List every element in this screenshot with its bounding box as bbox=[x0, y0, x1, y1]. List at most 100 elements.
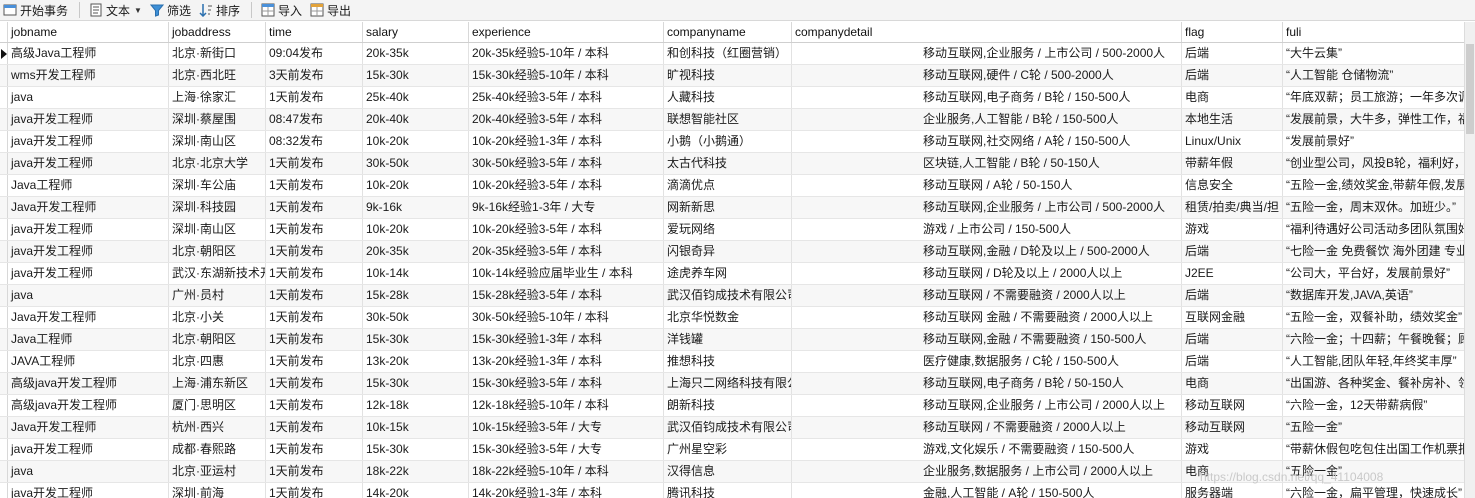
cell-time[interactable]: 1天前发布 bbox=[266, 87, 363, 108]
sort-button[interactable]: 排序 bbox=[196, 1, 245, 20]
cell-experience[interactable]: 15k-30k经验1-3年 / 本科 bbox=[469, 329, 664, 350]
table-row[interactable]: java开发工程师 深圳·前海 1天前发布 14k-20k 14k-20k经验1-3年 … bbox=[0, 483, 1475, 498]
cell-fuli[interactable]: “数据库开发,JAVA,英语” bbox=[1283, 285, 1465, 306]
table-row[interactable]: JAVA工程师 北京·四惠 1天前发布 13k-20k 13k-20k经验1-3年 / … bbox=[0, 351, 1475, 373]
table-row[interactable]: wms开发工程师 北京·西北旺 3天前发布 15k-30k 15k-30k经验5-10年… bbox=[0, 65, 1475, 87]
cell-jobname[interactable]: Java开发工程师 bbox=[8, 197, 169, 218]
cell-jobname[interactable]: java开发工程师 bbox=[8, 153, 169, 174]
cell-salary[interactable]: 10k-14k bbox=[363, 263, 469, 284]
cell-salary[interactable]: 18k-22k bbox=[363, 461, 469, 482]
cell-experience[interactable]: 10k-20k经验1-3年 / 本科 bbox=[469, 131, 664, 152]
cell-jobname[interactable]: java bbox=[8, 461, 169, 482]
cell-experience[interactable]: 25k-40k经验3-5年 / 本科 bbox=[469, 87, 664, 108]
column-header-jobaddress[interactable]: jobaddress bbox=[169, 22, 266, 42]
table-row[interactable]: java 上海·徐家汇 1天前发布 25k-40k 25k-40k经验3-5年 / 本科… bbox=[0, 87, 1475, 109]
table-row[interactable]: Java开发工程师 深圳·科技园 1天前发布 9k-16k 9k-16k经验1-3年 /… bbox=[0, 197, 1475, 219]
cell-jobaddress[interactable]: 杭州·西兴 bbox=[169, 417, 266, 438]
cell-companyname[interactable]: 小鹅（小鹅通） bbox=[664, 131, 792, 152]
cell-flag[interactable]: 电商 bbox=[1182, 87, 1283, 108]
table-row[interactable]: java开发工程师 深圳·南山区 08:32发布 10k-20k 10k-20k经验1-… bbox=[0, 131, 1475, 153]
cell-salary[interactable]: 9k-16k bbox=[363, 197, 469, 218]
cell-companyname[interactable]: 北京华悦数金 bbox=[664, 307, 792, 328]
cell-experience[interactable]: 20k-35k经验3-5年 / 本科 bbox=[469, 241, 664, 262]
cell-jobaddress[interactable]: 北京·北京大学 bbox=[169, 153, 266, 174]
cell-experience[interactable]: 15k-30k经验5-10年 / 本科 bbox=[469, 65, 664, 86]
cell-companydetail[interactable]: 游戏 / 上市公司 / 150-500人 bbox=[792, 219, 1182, 240]
cell-time[interactable]: 1天前发布 bbox=[266, 241, 363, 262]
cell-jobaddress[interactable]: 深圳·蔡屋围 bbox=[169, 109, 266, 130]
row-selector[interactable] bbox=[0, 483, 8, 498]
cell-salary[interactable]: 15k-30k bbox=[363, 439, 469, 460]
cell-jobaddress[interactable]: 北京·新街口 bbox=[169, 43, 266, 64]
cell-jobaddress[interactable]: 北京·朝阳区 bbox=[169, 329, 266, 350]
cell-jobname[interactable]: java bbox=[8, 285, 169, 306]
cell-jobaddress[interactable]: 武汉·东湖新技术开发区 bbox=[169, 263, 266, 284]
cell-flag[interactable]: 电商 bbox=[1182, 373, 1283, 394]
table-row[interactable]: java开发工程师武汉·东湖新技术开发区1天前发布10k-14k10k-14k经… bbox=[0, 263, 1475, 285]
table-row[interactable]: java 广州·员村 1天前发布 15k-28k 15k-28k经验3-5年 / 本科武… bbox=[0, 285, 1475, 307]
row-selector[interactable] bbox=[0, 461, 8, 482]
cell-experience[interactable]: 18k-22k经验5-10年 / 本科 bbox=[469, 461, 664, 482]
cell-flag[interactable]: 游戏 bbox=[1182, 219, 1283, 240]
cell-jobaddress[interactable]: 上海·浦东新区 bbox=[169, 373, 266, 394]
cell-companydetail[interactable]: 移动互联网 / D轮及以上 / 2000人以上 bbox=[792, 263, 1182, 284]
cell-companydetail[interactable]: 移动互联网,金融 / D轮及以上 / 500-2000人 bbox=[792, 241, 1182, 262]
cell-companydetail[interactable]: 医疗健康,数据服务 / C轮 / 150-500人 bbox=[792, 351, 1182, 372]
cell-time[interactable]: 08:47发布 bbox=[266, 109, 363, 130]
cell-time[interactable]: 1天前发布 bbox=[266, 175, 363, 196]
cell-time[interactable]: 1天前发布 bbox=[266, 483, 363, 498]
cell-companydetail[interactable]: 游戏,文化娱乐 / 不需要融资 / 150-500人 bbox=[792, 439, 1182, 460]
cell-fuli[interactable]: “福利待遇好公司活动多团队氛围好 bbox=[1283, 219, 1465, 240]
row-selector[interactable] bbox=[0, 219, 8, 240]
cell-experience[interactable]: 10k-20k经验3-5年 / 本科 bbox=[469, 219, 664, 240]
vertical-scrollbar[interactable] bbox=[1464, 22, 1475, 498]
cell-companydetail[interactable]: 移动互联网,电子商务 / B轮 / 50-150人 bbox=[792, 373, 1182, 394]
cell-experience[interactable]: 12k-18k经验5-10年 / 本科 bbox=[469, 395, 664, 416]
cell-jobaddress[interactable]: 深圳·南山区 bbox=[169, 131, 266, 152]
column-header-fuli[interactable]: fuli bbox=[1283, 22, 1465, 42]
cell-fuli[interactable]: “大牛云集” bbox=[1283, 43, 1465, 64]
row-selector[interactable] bbox=[0, 285, 8, 306]
cell-salary[interactable]: 20k-35k bbox=[363, 241, 469, 262]
cell-companyname[interactable]: 旷视科技 bbox=[664, 65, 792, 86]
cell-companyname[interactable]: 滴滴优点 bbox=[664, 175, 792, 196]
cell-companyname[interactable]: 联想智能社区 bbox=[664, 109, 792, 130]
row-selector[interactable] bbox=[0, 43, 8, 64]
cell-flag[interactable]: 带薪年假 bbox=[1182, 153, 1283, 174]
cell-fuli[interactable]: “人工智能,团队年轻,年终奖丰厚” bbox=[1283, 351, 1465, 372]
cell-flag[interactable]: 后端 bbox=[1182, 329, 1283, 350]
cell-salary[interactable]: 12k-18k bbox=[363, 395, 469, 416]
table-row[interactable]: 高级java开发工程师 上海·浦东新区 1天前发布 15k-30k 15k-30k经验3… bbox=[0, 373, 1475, 395]
cell-salary[interactable]: 15k-30k bbox=[363, 373, 469, 394]
cell-companyname[interactable]: 武汉佰钧成技术有限公司 bbox=[664, 285, 792, 306]
table-row[interactable]: Java工程师 深圳·车公庙 1天前发布 10k-20k 10k-20k经验3-5年 /… bbox=[0, 175, 1475, 197]
cell-fuli[interactable]: “六险一金；十四薪；午餐晚餐；顾 bbox=[1283, 329, 1465, 350]
cell-jobname[interactable]: java开发工程师 bbox=[8, 439, 169, 460]
table-row[interactable]: java开发工程师 深圳·南山区 1天前发布 10k-20k 10k-20k经验3-5年… bbox=[0, 219, 1475, 241]
cell-flag[interactable]: J2EE bbox=[1182, 263, 1283, 284]
table-row[interactable]: 高级Java工程师 北京·新街口 09:04发布 20k-35k 20k-35k经验5-… bbox=[0, 43, 1475, 65]
cell-jobname[interactable]: java开发工程师 bbox=[8, 109, 169, 130]
begin-transaction-button[interactable]: 开始事务 bbox=[0, 1, 73, 20]
row-selector[interactable] bbox=[0, 351, 8, 372]
cell-experience[interactable]: 10k-15k经验3-5年 / 大专 bbox=[469, 417, 664, 438]
cell-time[interactable]: 09:04发布 bbox=[266, 43, 363, 64]
cell-jobaddress[interactable]: 厦门·思明区 bbox=[169, 395, 266, 416]
cell-jobname[interactable]: java开发工程师 bbox=[8, 483, 169, 498]
cell-fuli[interactable]: “公司大，平台好，发展前景好” bbox=[1283, 263, 1465, 284]
cell-companydetail[interactable]: 移动互联网,企业服务 / 上市公司 / 2000人以上 bbox=[792, 395, 1182, 416]
cell-experience[interactable]: 14k-20k经验1-3年 / 本科 bbox=[469, 483, 664, 498]
cell-flag[interactable]: 移动互联网 bbox=[1182, 395, 1283, 416]
cell-companyname[interactable]: 汉得信息 bbox=[664, 461, 792, 482]
cell-jobname[interactable]: Java工程师 bbox=[8, 175, 169, 196]
table-row[interactable]: 高级java开发工程师 厦门·思明区 1天前发布 12k-18k 12k-18k经验5-… bbox=[0, 395, 1475, 417]
cell-fuli[interactable]: “发展前景好” bbox=[1283, 131, 1465, 152]
cell-jobaddress[interactable]: 北京·西北旺 bbox=[169, 65, 266, 86]
column-header-flag[interactable]: flag bbox=[1182, 22, 1283, 42]
cell-companyname[interactable]: 和创科技（红圈营销） bbox=[664, 43, 792, 64]
row-selector[interactable] bbox=[0, 307, 8, 328]
cell-jobaddress[interactable]: 北京·亚运村 bbox=[169, 461, 266, 482]
cell-flag[interactable]: 后端 bbox=[1182, 241, 1283, 262]
cell-companydetail[interactable]: 移动互联网,电子商务 / B轮 / 150-500人 bbox=[792, 87, 1182, 108]
cell-jobname[interactable]: 高级java开发工程师 bbox=[8, 373, 169, 394]
